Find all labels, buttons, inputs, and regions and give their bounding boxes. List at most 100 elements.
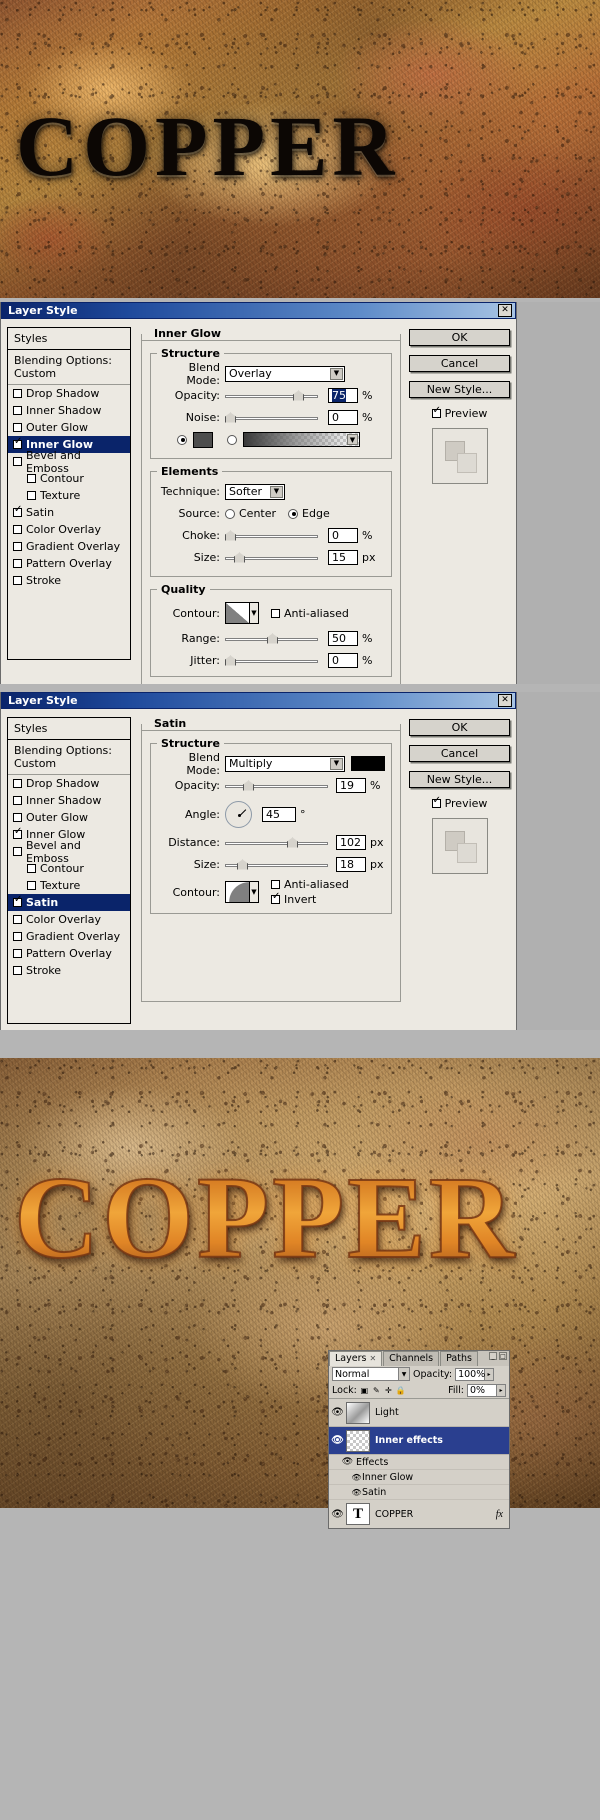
checkbox-inner-shadow[interactable]	[13, 406, 22, 415]
layers-panel[interactable]: Layers ✕ Channels Paths _ □ Normal ▼ Opac…	[328, 1350, 510, 1529]
noise-input[interactable]: 0	[328, 410, 358, 425]
layer-row-light[interactable]: 👁 Light	[329, 1399, 509, 1427]
jitter-slider[interactable]	[225, 655, 318, 667]
distance-input[interactable]: 102	[336, 835, 366, 850]
opacity-slider[interactable]	[225, 780, 328, 792]
checkbox-inner-glow[interactable]	[13, 827, 22, 839]
style-item-drop-shadow[interactable]: Drop Shadow	[8, 775, 130, 792]
tab-layers[interactable]: Layers ✕	[329, 1351, 383, 1366]
fx-icon[interactable]: fx	[496, 1509, 509, 1520]
new-style-button[interactable]: New Style...	[409, 771, 510, 788]
chevron-down-icon[interactable]: ▼	[249, 882, 258, 902]
technique-select[interactable]: Softer ▼	[225, 483, 285, 500]
chevron-down-icon[interactable]: ▼	[398, 1368, 409, 1380]
radio-source-center[interactable]	[225, 508, 235, 519]
style-item-satin[interactable]: Satin	[8, 894, 130, 911]
invert-toggle[interactable]: Invert	[271, 892, 349, 906]
style-item-drop-shadow[interactable]: Drop Shadow	[8, 385, 130, 402]
style-item-satin[interactable]: Satin	[8, 504, 130, 521]
checkbox-satin[interactable]	[13, 895, 22, 907]
checkbox-preview[interactable]	[431, 796, 441, 808]
style-item-texture[interactable]: Texture	[8, 877, 130, 894]
eye-icon[interactable]: 👁	[329, 1435, 346, 1446]
style-item-texture[interactable]: Texture	[8, 487, 130, 504]
checkbox-texture[interactable]	[27, 491, 36, 500]
checkbox-outer-glow[interactable]	[13, 423, 22, 432]
blending-options-item[interactable]: Blending Options: Custom	[8, 740, 130, 775]
lock-position-icon[interactable]: ✛	[384, 1386, 393, 1395]
layer-row-copper-text[interactable]: 👁 T COPPER fx	[329, 1500, 509, 1528]
layer-style-dialog-inner-glow[interactable]: Layer Style ✕ Styles Blending Options: C…	[0, 302, 517, 705]
angle-dial[interactable]	[225, 800, 252, 828]
slider-thumb[interactable]	[293, 390, 304, 401]
angle-input[interactable]: 45	[262, 806, 296, 822]
slider-thumb[interactable]	[237, 859, 248, 870]
chevron-down-icon[interactable]: ▼	[249, 603, 258, 623]
ok-button[interactable]: OK	[409, 329, 510, 346]
checkbox-satin[interactable]	[13, 505, 22, 517]
range-input[interactable]: 50	[328, 631, 358, 646]
style-item-color-overlay[interactable]: Color Overlay	[8, 521, 130, 538]
style-item-inner-shadow[interactable]: Inner Shadow	[8, 402, 130, 419]
chevron-down-icon[interactable]: ▼	[330, 367, 343, 380]
maximize-icon[interactable]: □	[499, 1352, 507, 1360]
style-item-bevel-and-emboss[interactable]: Bevel and Emboss	[8, 839, 130, 865]
size-slider[interactable]	[225, 552, 318, 564]
layer-thumbnail-type[interactable]: T	[346, 1503, 370, 1525]
style-item-pattern-overlay[interactable]: Pattern Overlay	[8, 945, 130, 962]
panel-window-buttons[interactable]: _ □	[489, 1352, 507, 1360]
chevron-down-icon[interactable]: ▼	[347, 434, 358, 445]
lock-buttons[interactable]: ▣ ✎ ✛ 🔒	[360, 1386, 406, 1395]
ok-button[interactable]: OK	[409, 719, 510, 736]
size-input[interactable]: 15	[328, 550, 358, 565]
eye-icon[interactable]: 👁	[339, 1457, 356, 1467]
eye-icon[interactable]: 👁	[329, 1407, 346, 1418]
style-item-inner-shadow[interactable]: Inner Shadow	[8, 792, 130, 809]
style-item-outer-glow[interactable]: Outer Glow	[8, 419, 130, 436]
checkbox-stroke[interactable]	[13, 966, 22, 975]
size-slider[interactable]	[225, 859, 328, 871]
checkbox-color-overlay[interactable]	[13, 915, 22, 924]
checkbox-preview[interactable]	[431, 406, 441, 418]
eye-icon[interactable]: 👁	[351, 1473, 362, 1482]
style-item-stroke[interactable]: Stroke	[8, 962, 130, 979]
glow-gradient-picker[interactable]: ▼	[243, 432, 360, 447]
styles-header[interactable]: Styles	[8, 328, 130, 350]
minimize-icon[interactable]: _	[489, 1352, 497, 1360]
cancel-button[interactable]: Cancel	[409, 355, 510, 372]
contour-preset-picker[interactable]: ▼	[225, 881, 259, 903]
slider-thumb[interactable]	[267, 633, 278, 644]
antialiased-toggle[interactable]: Anti-aliased	[271, 607, 349, 620]
opacity-slider[interactable]	[225, 390, 318, 402]
styles-list[interactable]: Styles Blending Options: Custom Drop Sha…	[7, 327, 131, 660]
glow-color-swatch[interactable]	[193, 431, 213, 448]
cancel-button[interactable]: Cancel	[409, 745, 510, 762]
layer-thumbnail[interactable]	[346, 1401, 370, 1424]
effects-group-row[interactable]: 👁 Effects	[329, 1455, 509, 1470]
jitter-input[interactable]: 0	[328, 653, 358, 668]
opacity-stepper-icon[interactable]: ▸	[485, 1367, 495, 1381]
radio-glow-color[interactable]	[177, 434, 187, 445]
distance-slider[interactable]	[225, 837, 328, 849]
noise-slider[interactable]	[225, 412, 318, 424]
styles-list[interactable]: Styles Blending Options: Custom Drop Sha…	[7, 717, 131, 1024]
checkbox-inner-shadow[interactable]	[13, 796, 22, 805]
checkbox-anti-aliased[interactable]	[271, 608, 280, 618]
slider-thumb[interactable]	[225, 412, 236, 423]
layer-thumbnail[interactable]	[346, 1429, 370, 1452]
checkbox-pattern-overlay[interactable]	[13, 949, 22, 958]
close-icon[interactable]: ✕	[498, 304, 512, 317]
layer-opacity-input[interactable]: 100%	[455, 1367, 485, 1381]
checkbox-inner-glow[interactable]	[13, 437, 22, 449]
satin-color-swatch[interactable]	[351, 756, 385, 771]
styles-header[interactable]: Styles	[8, 718, 130, 740]
style-item-color-overlay[interactable]: Color Overlay	[8, 911, 130, 928]
checkbox-stroke[interactable]	[13, 576, 22, 585]
preview-toggle[interactable]: Preview	[409, 406, 510, 420]
lock-transparency-icon[interactable]: ▣	[360, 1386, 369, 1395]
eye-icon[interactable]: 👁	[329, 1509, 346, 1520]
style-item-outer-glow[interactable]: Outer Glow	[8, 809, 130, 826]
dialog-titlebar[interactable]: Layer Style ✕	[1, 302, 516, 319]
slider-thumb[interactable]	[225, 530, 236, 541]
radio-glow-gradient[interactable]	[227, 434, 237, 445]
